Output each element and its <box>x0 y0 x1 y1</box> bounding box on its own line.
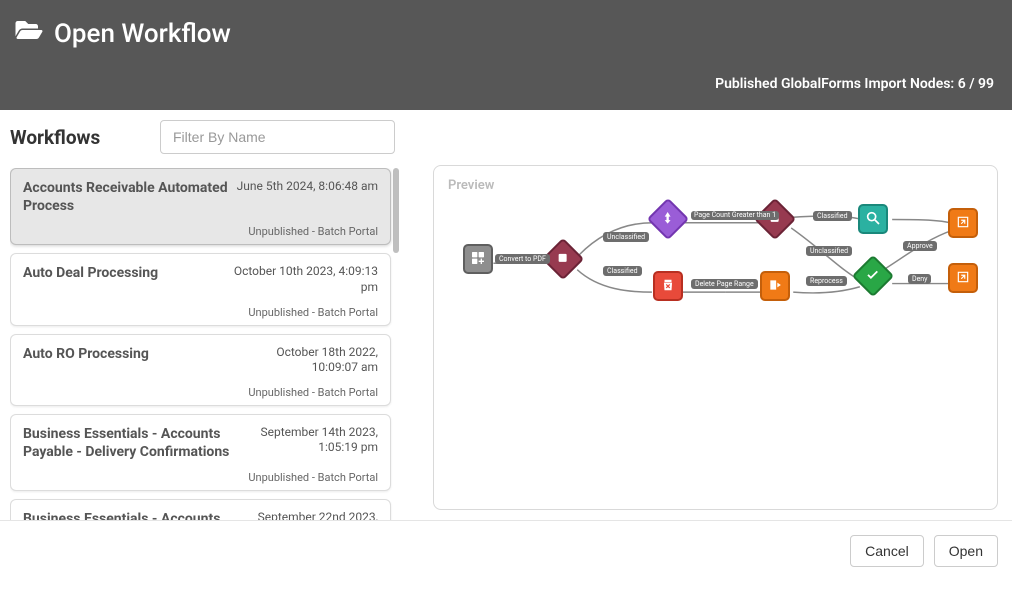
edge-label: Delete Page Range <box>691 279 758 289</box>
workflow-name: Auto Deal Processing <box>23 264 158 282</box>
workflow-card[interactable]: Accounts Receivable Automated Process Ju… <box>10 168 391 245</box>
action-node-icon <box>760 271 790 301</box>
workflow-card[interactable]: Business Essentials - Accounts Payable -… <box>10 414 391 491</box>
export-node-icon <box>948 208 978 238</box>
workflow-date: September 14th 2023, 1:05:19 pm <box>233 425 378 456</box>
preview-panel: Preview <box>433 165 998 510</box>
edge-label: Convert to PDF <box>495 254 550 264</box>
filter-input[interactable] <box>160 120 395 154</box>
approve-node-icon <box>852 255 894 297</box>
edge-label: Approve <box>903 241 937 251</box>
workflow-status: Unpublished - Batch Portal <box>23 471 378 484</box>
search-node-icon <box>858 204 888 234</box>
workflow-name: Business Essentials - Accounts Payable -… <box>23 510 233 520</box>
workflow-status: Unpublished - Batch Portal <box>23 306 378 319</box>
edge-label: Classified <box>813 211 852 221</box>
workflow-date: October 18th 2022, 10:09:07 am <box>228 345 378 376</box>
start-node-icon <box>463 244 493 274</box>
dialog-title: Open Workflow <box>54 19 231 49</box>
edge-label: Reprocess <box>806 276 847 286</box>
workflow-diagram: Convert to PDF Unclassified Classified P… <box>448 196 983 495</box>
workflow-card[interactable]: Auto Deal Processing October 10th 2023, … <box>10 253 391 325</box>
edge-label: Unclassified <box>603 232 649 242</box>
cancel-button[interactable]: Cancel <box>850 535 924 567</box>
workflow-date: September 22nd 2023, 11:04:04 am <box>233 510 378 520</box>
workflow-status: Unpublished - Batch Portal <box>23 386 378 399</box>
workflows-heading: Workflows <box>10 126 100 149</box>
workflow-status: Unpublished - Batch Portal <box>23 225 378 238</box>
edge-label: Classified <box>603 266 642 276</box>
preview-label: Preview <box>448 178 983 193</box>
workflow-card[interactable]: Auto RO Processing October 18th 2022, 10… <box>10 334 391 406</box>
workflow-name: Auto RO Processing <box>23 345 149 363</box>
workflow-date: October 10th 2023, 4:09:13 pm <box>228 264 378 295</box>
edge-label: Deny <box>908 274 931 284</box>
edge-label: Page Count Greater than 1 <box>691 211 779 220</box>
edge-label: Unclassified <box>806 246 852 256</box>
folder-open-icon <box>14 18 44 49</box>
scrollbar-thumb[interactable] <box>393 168 399 253</box>
delete-node-icon <box>653 271 683 301</box>
decision-node-icon <box>647 198 689 240</box>
export-node-icon <box>948 263 978 293</box>
open-button[interactable]: Open <box>934 535 998 567</box>
workflow-date: June 5th 2024, 8:06:48 am <box>237 179 378 195</box>
workflow-name: Accounts Receivable Automated Process <box>23 179 233 215</box>
workflow-name: Business Essentials - Accounts Payable -… <box>23 425 233 461</box>
import-node-count: Published GlobalForms Import Nodes: 6 / … <box>715 76 994 92</box>
workflow-card[interactable]: Business Essentials - Accounts Payable -… <box>10 499 391 520</box>
